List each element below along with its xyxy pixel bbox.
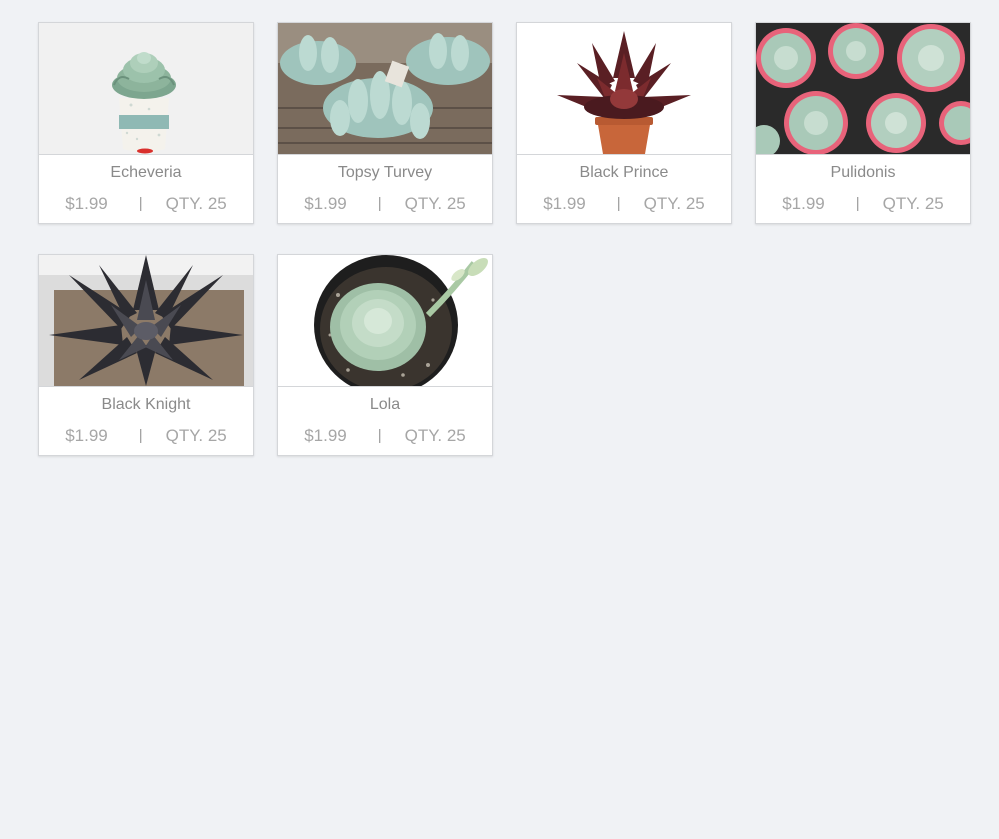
black-knight-image [39,255,253,386]
product-name: Black Knight [101,396,191,413]
product-quantity: QTY. 25 [165,194,227,213]
meta-separator: | [138,195,143,212]
product-meta: $1.99 | QTY. 25 [39,193,253,215]
meta-separator: | [616,195,621,212]
product-price: $1.99 [304,426,347,445]
product-quantity: QTY. 25 [643,194,705,213]
product-meta: $1.99 | QTY. 25 [517,193,731,215]
product-name: Echeveria [110,164,182,181]
black-prince-image [517,23,731,154]
meta-separator: | [138,427,143,444]
product-card[interactable]: Black Knight $1.99 | QTY. 25 [38,254,254,456]
product-image[interactable] [517,23,731,155]
product-meta: $1.99 | QTY. 25 [39,425,253,447]
meta-separator: | [377,427,382,444]
product-card[interactable]: Black Prince $1.99 | QTY. 25 [516,22,732,224]
lola-image [278,255,492,386]
product-quantity: QTY. 25 [165,426,227,445]
meta-separator: | [377,195,382,212]
product-meta: $1.99 | QTY. 25 [756,193,970,215]
product-price: $1.99 [65,426,108,445]
product-meta: $1.99 | QTY. 25 [278,425,492,447]
product-card[interactable]: Lola $1.99 | QTY. 25 [277,254,493,456]
product-quantity: QTY. 25 [882,194,944,213]
product-price: $1.99 [782,194,825,213]
product-meta: $1.99 | QTY. 25 [278,193,492,215]
product-card[interactable]: Topsy Turvey $1.99 | QTY. 25 [277,22,493,224]
product-name: Topsy Turvey [337,164,433,181]
product-image[interactable] [756,23,970,155]
echeveria-image [39,23,253,154]
product-name: Pulidonis [830,164,896,181]
product-quantity: QTY. 25 [404,426,466,445]
product-image[interactable] [39,23,253,155]
product-quantity: QTY. 25 [404,194,466,213]
product-card[interactable]: Echeveria $1.99 | QTY. 25 [38,22,254,224]
product-name: Black Prince [579,164,669,181]
product-price: $1.99 [304,194,347,213]
product-image[interactable] [278,23,492,155]
product-price: $1.99 [65,194,108,213]
product-grid: Echeveria $1.99 | QTY. 25 Topsy Turvey $… [38,22,971,456]
product-price: $1.99 [543,194,586,213]
product-card[interactable]: Pulidonis $1.99 | QTY. 25 [755,22,971,224]
product-image[interactable] [39,255,253,387]
meta-separator: | [855,195,860,212]
topsy-turvey-image [278,23,492,154]
product-name: Lola [369,396,401,413]
product-image[interactable] [278,255,492,387]
pulidonis-image [756,23,970,154]
